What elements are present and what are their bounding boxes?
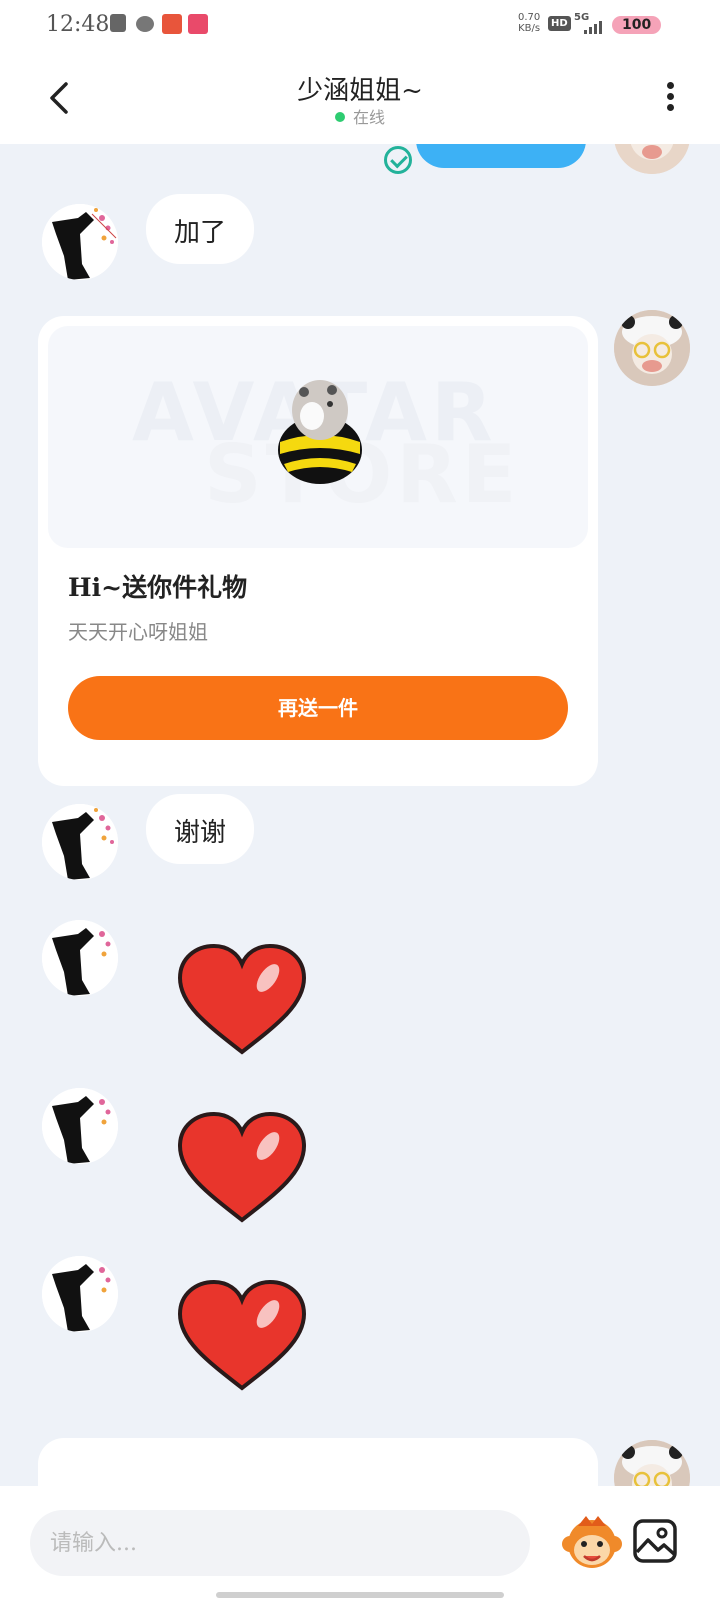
image-icon bbox=[633, 1519, 677, 1563]
network-speed: 0.70 KB/s bbox=[518, 12, 540, 34]
bee-plush-image bbox=[278, 380, 362, 484]
avatar-photo bbox=[614, 1440, 690, 1486]
more-dot-icon bbox=[666, 104, 674, 111]
contact-avatar[interactable] bbox=[42, 804, 118, 880]
monkey-emoji-icon bbox=[562, 1516, 622, 1568]
gift-image: AVATAR STORE bbox=[48, 326, 588, 548]
chat-header: 少涵姐姐~ 在线 bbox=[0, 52, 720, 144]
message-text: 谢谢 bbox=[174, 818, 227, 848]
avatar-photo bbox=[42, 804, 118, 880]
status-time: 12:48 bbox=[46, 12, 110, 37]
received-message-bubble[interactable]: 加了 bbox=[146, 194, 255, 264]
my-avatar[interactable] bbox=[614, 144, 690, 174]
message-text: 加了 bbox=[174, 218, 227, 248]
emoji-sticker-button[interactable] bbox=[560, 1512, 624, 1576]
signal-icon bbox=[584, 21, 602, 34]
avatar-photo bbox=[42, 1256, 118, 1332]
heart-sticker[interactable] bbox=[176, 1112, 308, 1224]
image-picker-button[interactable] bbox=[632, 1518, 678, 1564]
contact-avatar[interactable] bbox=[42, 1256, 118, 1332]
avatar-photo bbox=[614, 310, 690, 386]
message-input[interactable] bbox=[30, 1510, 530, 1576]
status-bar: 12:48 0.70 KB/s HD 5G 100 bbox=[0, 0, 720, 52]
page-title: 少涵姐姐~ bbox=[297, 76, 423, 106]
heart-sticker[interactable] bbox=[176, 944, 308, 1056]
send-another-gift-button[interactable]: 再送一件 bbox=[68, 676, 568, 740]
contact-avatar[interactable] bbox=[42, 920, 118, 996]
sent-message-bubble[interactable] bbox=[416, 144, 586, 168]
online-status-label: 在线 bbox=[352, 108, 385, 127]
received-message-bubble[interactable]: 谢谢 bbox=[146, 794, 255, 864]
message-list[interactable]: 加了 AVATAR STORE Hi~送你件 bbox=[0, 144, 720, 1486]
gift-title: Hi~送你件礼物 bbox=[68, 573, 248, 602]
more-dot-icon bbox=[666, 82, 674, 89]
hd-badge: HD bbox=[548, 16, 571, 31]
network-speed-unit: KB/s bbox=[518, 23, 541, 34]
my-avatar[interactable] bbox=[614, 1440, 690, 1486]
contact-avatar[interactable] bbox=[42, 204, 118, 280]
online-status: 在线 bbox=[0, 104, 720, 128]
gift-card[interactable] bbox=[38, 1438, 598, 1486]
heart-sticker[interactable] bbox=[176, 1280, 308, 1392]
my-avatar[interactable] bbox=[614, 310, 690, 386]
online-dot-icon bbox=[334, 112, 345, 122]
avatar-photo bbox=[614, 144, 690, 174]
home-indicator[interactable] bbox=[216, 1592, 504, 1598]
wechat-icon bbox=[136, 16, 154, 32]
avatar-photo bbox=[42, 1088, 118, 1164]
more-options-button[interactable] bbox=[658, 78, 682, 118]
app-pink-icon bbox=[188, 14, 208, 34]
read-check-icon bbox=[384, 146, 412, 174]
notification-check-icon bbox=[110, 14, 126, 32]
network-speed-value: 0.70 bbox=[518, 12, 541, 23]
battery-badge: 100 bbox=[612, 16, 662, 34]
gift-card[interactable]: AVATAR STORE Hi~送你件礼物 天天开心呀姐姐 再送一件 bbox=[38, 316, 598, 786]
message-input-bar bbox=[0, 1486, 720, 1600]
avatar-photo bbox=[42, 204, 118, 280]
contact-avatar[interactable] bbox=[42, 1088, 118, 1164]
avatar-photo bbox=[42, 920, 118, 996]
app-red-icon bbox=[162, 14, 182, 34]
gift-subtitle: 天天开心呀姐姐 bbox=[68, 620, 208, 644]
more-dot-icon bbox=[666, 93, 674, 100]
